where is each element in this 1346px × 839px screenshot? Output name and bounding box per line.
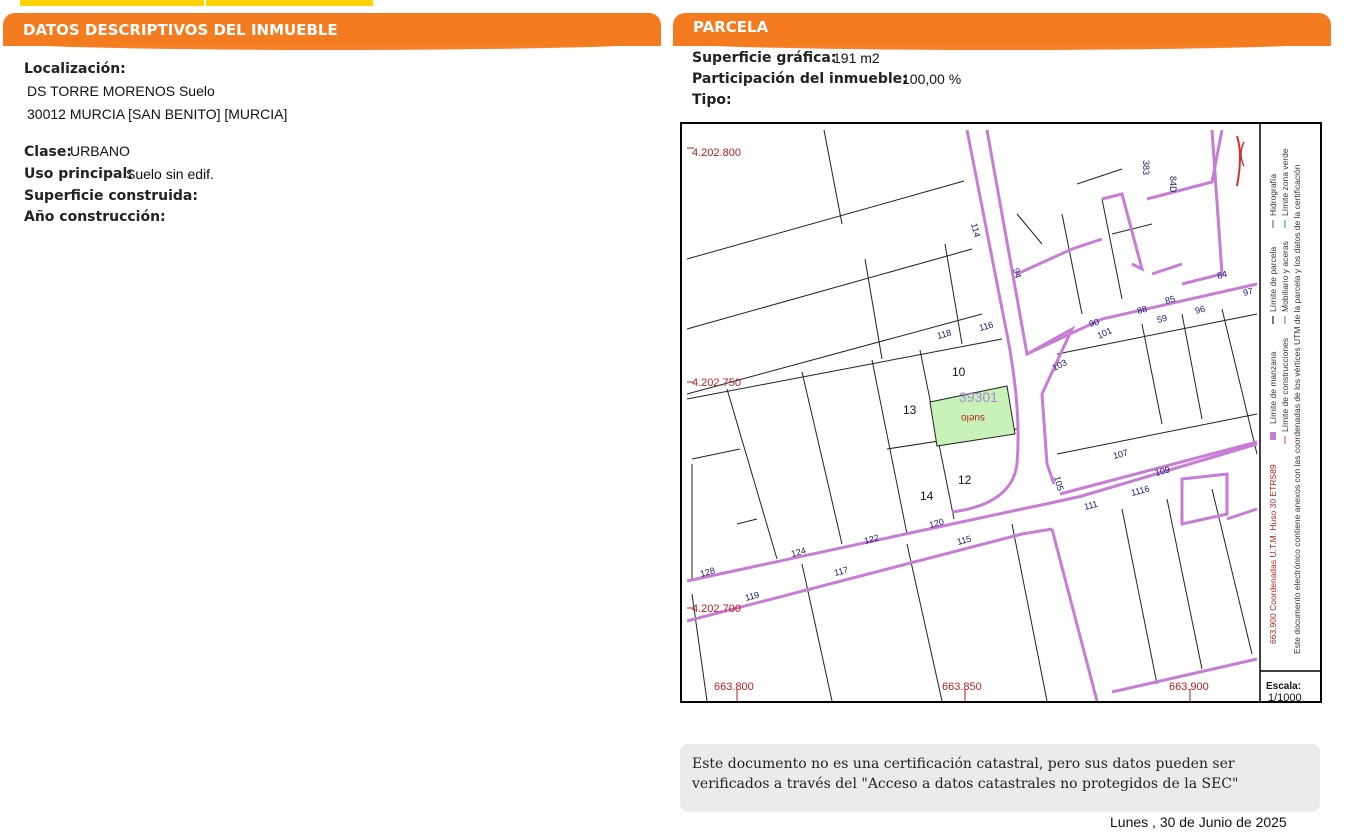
street-number: 114 [969,222,982,238]
x-coord-right: 663.900 [1169,681,1209,693]
participacion-value: 100,00 % [902,71,962,87]
street-number: 84D [1168,176,1178,193]
legend-zona-verde: Límite zona verde [1280,148,1290,216]
top-accent-bar [20,0,373,6]
legend-row-limits: Límite de manzana Límite de parcela Hidr… [1268,174,1278,440]
legend-mobiliario: Mobiliario y aceras [1280,241,1290,312]
participacion-label: Participación del inmueble: [692,71,908,87]
parcel-reference: 39301 [959,389,998,405]
street-number: 90 [1088,317,1100,329]
street-number: 117 [833,565,849,578]
street-number: 107 [1112,447,1129,461]
street-number: 118 [936,328,952,341]
street-number: 1116 [1130,483,1151,497]
street-number: 116 [978,320,994,333]
cadastral-map: 4.202.800 4.202.750 4.202.700 663.800 66… [680,122,1322,703]
x-coord-middle: 663.850 [942,681,982,693]
street-number: 105 [1052,475,1066,492]
catastro-logo [1236,135,1245,187]
superficie-grafica-label: Superficie gráfica: [692,50,837,66]
descriptive-data-header: DATOS DESCRIPTIVOS DEL INMUEBLE [3,13,661,50]
superficie-construida-label: Superficie construida: [24,188,198,204]
uso-principal-label: Uso principal: [24,166,133,182]
scale-value: 1/1000 [1268,692,1302,701]
block-number: 12 [958,473,972,487]
descriptive-data-title: DATOS DESCRIPTIVOS DEL INMUEBLE [23,21,338,39]
y-coord-bottom: 4.202.700 [692,603,741,615]
street-number: 101 [1096,325,1114,340]
street-number: 59 [1156,313,1168,325]
tipo-label: Tipo: [692,92,732,108]
address-line-2: 30012 MURCIA [SAN BENITO] [MURCIA] [27,106,288,122]
street-number: 122 [863,532,880,546]
parcela-header: PARCELA [673,13,1331,50]
x-coord-left: 663.800 [714,681,754,693]
block-number: 10 [952,365,966,379]
parcel-use-label: suelo [961,412,985,423]
street-number: 120 [928,516,945,530]
document-date: Lunes , 30 de Junio de 2025 [1110,814,1287,830]
street-number: 119 [744,590,760,603]
uso-principal-value: Suelo sin edif. [126,166,214,182]
map-legend: 663.900 Coordenadas U.T.M. Huso 30 ETRS8… [1268,148,1302,654]
legend-coordinates: 663.900 Coordenadas U.T.M. Huso 30 ETRS8… [1268,464,1278,644]
street-number: 96 [1194,304,1206,316]
legend-row-construction: Límite de construcciones Mobiliario y ac… [1280,148,1290,444]
street-number: 128 [699,565,716,579]
anio-construccion-label: Año construcción: [24,209,166,225]
y-coord-top: 4.202.800 [692,147,741,159]
legend-manzana: Límite de manzana [1268,351,1278,424]
top-accent-separator [204,0,206,6]
cadastral-map-svg: 4.202.800 4.202.750 4.202.700 663.800 66… [686,124,1320,701]
street-numbers: 114 94 118 116 90 88 85 84 59 96 97 101 … [699,160,1254,603]
street-number: 115 [956,534,972,547]
disclaimer-note: Este documento no es una certificación c… [680,744,1320,812]
scale-label: Escala: [1266,681,1301,692]
legend-construcciones: Límite de construcciones [1280,338,1290,432]
localizacion-label: Localización: [24,61,126,77]
legend-disclaimer: Este documento electrónico contiene anex… [1292,164,1302,654]
street-number: 97 [1242,286,1254,298]
street-number: 84 [1216,269,1228,281]
clase-value: URBANO [70,143,130,159]
block-number: 14 [920,489,934,503]
street-number: 88 [1136,304,1148,316]
superficie-grafica-value: 191 m2 [833,50,880,66]
parcela-title: PARCELA [693,18,769,36]
street-number: 383 [1141,160,1151,175]
block-number: 13 [903,403,917,417]
legend-parcela: Límite de parcela [1268,247,1278,312]
street-number: 109 [1154,464,1171,478]
address-line-1: DS TORRE MORENOS Suelo [27,83,215,99]
legend-hidrografia: Hidrografía [1268,174,1278,216]
y-coord-middle: 4.202.750 [692,377,741,389]
legend-manzana-swatch [1270,432,1276,440]
street-number: 111 [1083,499,1099,512]
clase-label: Clase: [24,144,72,160]
street-number: 103 [1051,357,1069,372]
